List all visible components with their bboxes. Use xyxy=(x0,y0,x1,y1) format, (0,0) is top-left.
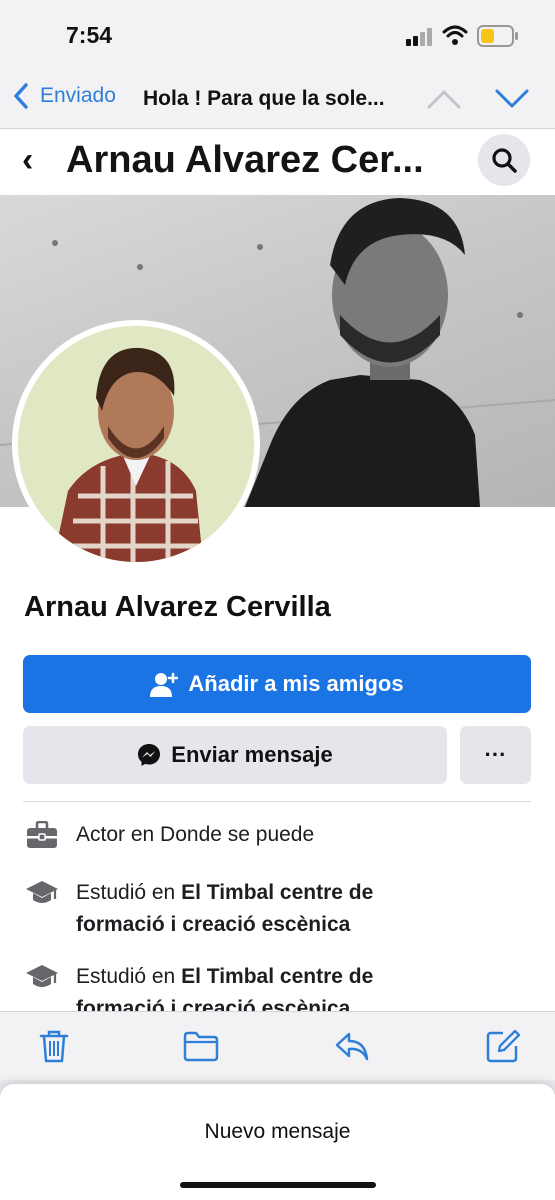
send-message-label: Enviar mensaje xyxy=(171,742,333,767)
more-options-button[interactable]: ··· xyxy=(460,726,531,784)
work-text: Actor en Donde se puede xyxy=(76,823,315,846)
profile-top-bar: ‹ Arnau Alvarez Cer... xyxy=(0,129,555,195)
search-icon xyxy=(492,148,517,173)
graduation-cap-icon xyxy=(24,877,60,909)
add-friend-label: Añadir a mis amigos xyxy=(188,671,404,696)
avatar-image xyxy=(18,326,254,562)
add-friend-icon xyxy=(150,672,179,697)
send-message-button[interactable]: Enviar mensaje xyxy=(23,726,447,784)
education-school-link[interactable]: El Timbal centre de xyxy=(181,881,373,904)
detail-row-work: Actor en Donde se puede xyxy=(24,819,544,851)
detail-text-education-2: Estudió en El Timbal centre de formació … xyxy=(76,961,373,1011)
reply-icon[interactable] xyxy=(334,1028,370,1064)
trash-icon[interactable] xyxy=(36,1028,72,1064)
new-message-title[interactable]: Nuevo mensaje xyxy=(0,1120,555,1144)
education-school-line2[interactable]: formació i creació escènica xyxy=(76,913,350,936)
home-indicator xyxy=(180,1182,376,1188)
detail-text-work: Actor en Donde se puede xyxy=(76,819,314,851)
chevron-left-icon xyxy=(14,83,28,109)
education-prefix: Estudió en xyxy=(76,881,182,904)
status-time: 7:54 xyxy=(66,22,113,48)
chevron-up-icon[interactable] xyxy=(426,88,462,110)
battery-icon xyxy=(477,25,518,47)
back-to-sent-button[interactable]: Enviado xyxy=(12,82,116,110)
detail-text-education: Estudió en El Timbal centre de formació … xyxy=(76,877,373,941)
profile-header-title: Arnau Alvarez Cer... xyxy=(66,139,424,181)
profile-back-icon[interactable]: ‹ xyxy=(22,141,33,180)
status-bar: 7:54 xyxy=(0,0,555,70)
add-friend-button[interactable]: Añadir a mis amigos xyxy=(23,655,531,713)
compose-icon[interactable] xyxy=(485,1028,521,1064)
profile-avatar[interactable] xyxy=(18,326,254,562)
mail-toolbar xyxy=(0,1011,555,1080)
briefcase-icon xyxy=(24,819,60,851)
wifi-icon xyxy=(442,25,468,45)
folder-icon[interactable] xyxy=(183,1028,219,1064)
education-school-line2-2[interactable]: formació i creació escènica xyxy=(76,997,350,1011)
detail-row-education-2: Estudió en El Timbal centre de formació … xyxy=(24,961,544,1011)
mail-header: Enviado Hola ! Para que la sole... xyxy=(0,70,555,129)
graduation-cap-icon xyxy=(24,961,60,993)
cellular-signal-icon xyxy=(406,28,432,46)
education-prefix-2: Estudió en xyxy=(76,965,182,988)
mail-subject: Hola ! Para que la sole... xyxy=(143,87,385,110)
education-school-link-2[interactable]: El Timbal centre de xyxy=(181,965,373,988)
new-message-sheet[interactable]: Nuevo mensaje xyxy=(0,1084,555,1200)
more-options-label: ··· xyxy=(484,742,507,767)
back-label: Enviado xyxy=(40,84,116,107)
detail-row-education: Estudió en El Timbal centre de formació … xyxy=(24,877,544,941)
profile-name: Arnau Alvarez Cervilla xyxy=(24,591,331,623)
messenger-icon xyxy=(138,744,161,766)
chevron-down-icon[interactable] xyxy=(494,88,530,110)
section-divider xyxy=(23,801,531,802)
profile-search-button[interactable] xyxy=(478,134,530,186)
message-content: ‹ Arnau Alvarez Cer... Arnau Alvarez Cer… xyxy=(0,129,555,1011)
